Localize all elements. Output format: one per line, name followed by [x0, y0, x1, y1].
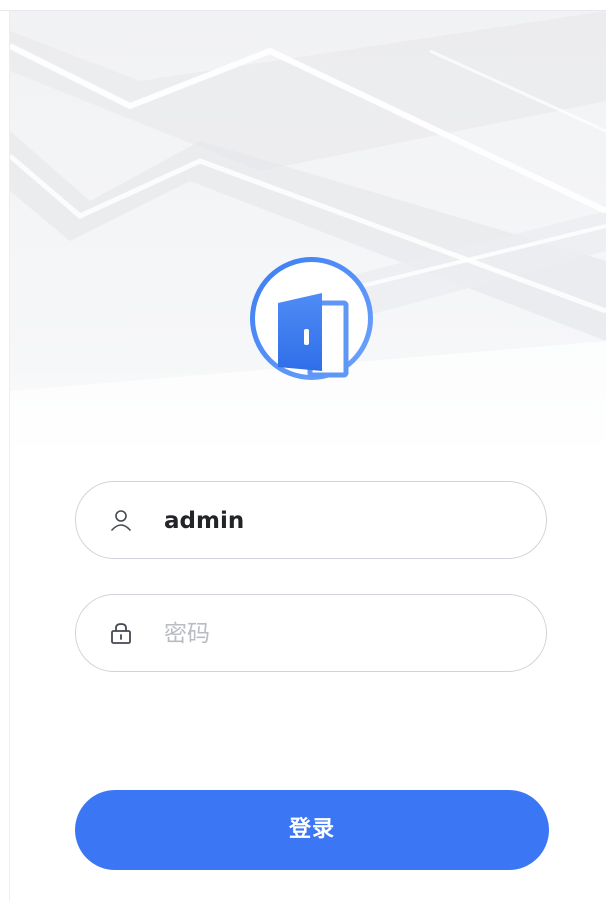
- user-icon: [111, 510, 131, 531]
- username-field[interactable]: admin: [75, 481, 547, 559]
- login-button[interactable]: 登录: [75, 790, 549, 870]
- password-placeholder[interactable]: 密码: [164, 595, 210, 673]
- password-field[interactable]: 密码: [75, 594, 547, 672]
- login-screen: admin 密码 登录: [0, 0, 606, 901]
- background-illustration: [10, 11, 606, 481]
- lock-icon: [111, 623, 131, 644]
- door-logo-icon: [250, 257, 373, 380]
- username-value[interactable]: admin: [164, 482, 244, 560]
